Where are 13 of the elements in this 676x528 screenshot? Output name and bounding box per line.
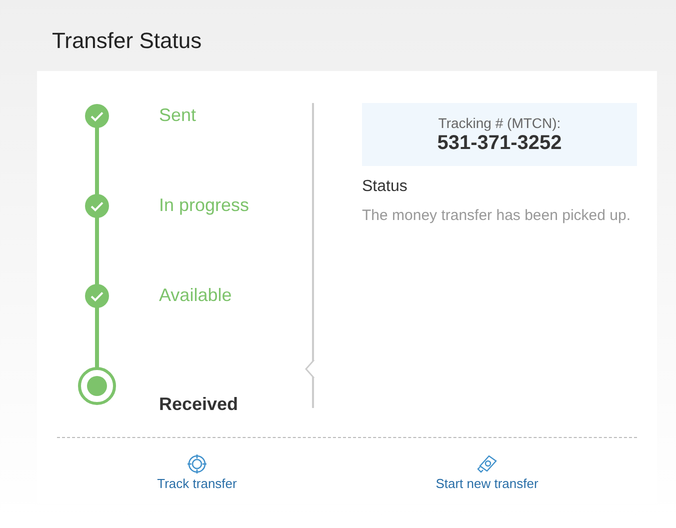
action-link[interactable]: Track transfer (157, 454, 237, 491)
step-label: Available (159, 284, 232, 306)
step-label: In progress (159, 194, 250, 216)
money-tag-icon (476, 454, 498, 474)
action-link[interactable]: Start new transfer (436, 454, 538, 491)
target-icon (186, 454, 207, 474)
step-label: Sent (159, 104, 196, 126)
page-title: Transfer Status (52, 27, 203, 55)
status-heading: Status (362, 178, 408, 196)
step-label: Received (159, 393, 238, 415)
tracking-label: Tracking # (MTCN): (438, 114, 561, 130)
tracking-number: 531-371-3252 (437, 132, 562, 154)
status-message: The money transfer has been picked up. (362, 206, 632, 226)
